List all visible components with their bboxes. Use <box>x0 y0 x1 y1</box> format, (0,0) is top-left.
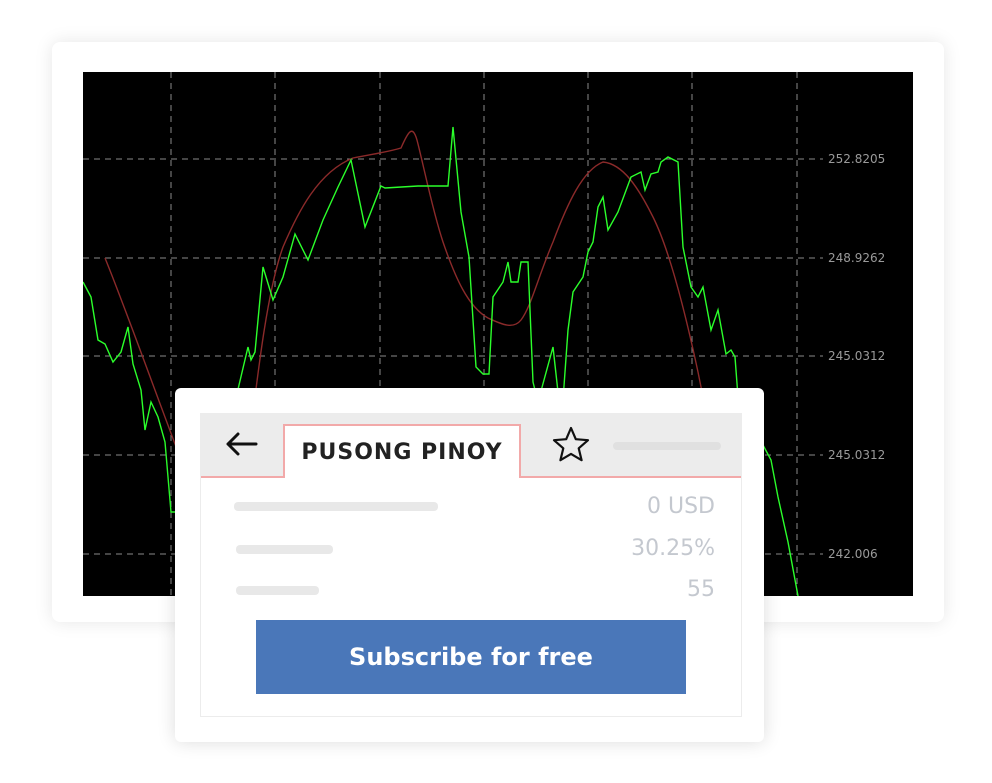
widget-panel: PUSONG PINOY 0 USD 30.25% 55 Subscribe f… <box>200 413 742 717</box>
balance-value: 0 USD <box>647 494 715 519</box>
y-axis-label: 245.0312 <box>828 349 885 363</box>
tab-placeholder <box>613 442 721 450</box>
favorite-button[interactable] <box>549 426 593 466</box>
star-outline-icon <box>552 426 590 466</box>
arrow-left-icon <box>224 431 258 461</box>
back-button[interactable] <box>221 426 261 466</box>
row-label-placeholder <box>234 502 438 511</box>
y-axis-label: 248.9262 <box>828 251 885 265</box>
tab-pusong-pinoy[interactable]: PUSONG PINOY <box>283 424 521 478</box>
signal-widget: PUSONG PINOY 0 USD 30.25% 55 Subscribe f… <box>175 388 764 742</box>
row-label-placeholder <box>236 586 319 595</box>
row-label-placeholder <box>236 545 333 554</box>
subscribers-value: 55 <box>687 577 715 602</box>
growth-value: 30.25% <box>631 536 715 561</box>
y-axis-label: 242.006 <box>828 547 878 561</box>
y-axis-label: 245.0312 <box>828 448 885 462</box>
y-axis-label: 252.8205 <box>828 152 885 166</box>
subscribe-button[interactable]: Subscribe for free <box>256 620 686 694</box>
